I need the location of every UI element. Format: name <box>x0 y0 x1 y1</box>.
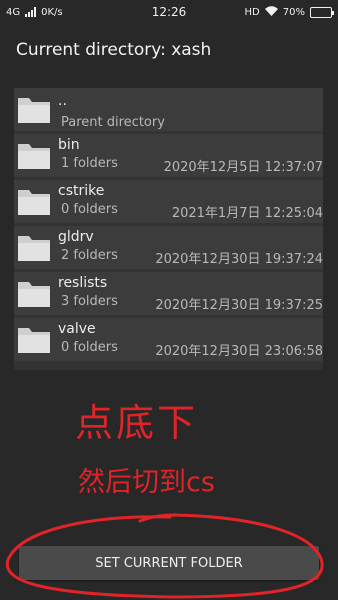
folder-name: bin <box>58 137 80 153</box>
folder-icon <box>17 186 51 216</box>
set-current-folder-button[interactable]: SET CURRENT FOLDER <box>19 546 319 580</box>
folder-date: 2020年12月30日 19:37:25 <box>155 298 323 313</box>
folder-name: cstrike <box>58 183 105 199</box>
parent-directory-label: Parent directory <box>61 115 165 130</box>
annotation-line-1: 点底下 <box>75 401 199 445</box>
folder-row-cstrike[interactable]: cstrike 0 folders 2021年1月7日 12:25:04 <box>14 180 323 223</box>
folder-name: reslists <box>58 275 108 291</box>
page-title: Current directory: xash <box>16 40 212 60</box>
status-bar: 4G 0K/s 12:26 HD 70% <box>0 0 338 24</box>
folder-icon <box>17 232 51 262</box>
battery-icon <box>310 6 334 18</box>
folder-date: 2021年1月7日 12:25:04 <box>171 206 323 221</box>
folder-name: valve <box>58 321 96 337</box>
annotation-line-2: 然后切到cs <box>78 467 215 498</box>
folder-count: 0 folders <box>61 202 118 217</box>
folder-icon <box>17 278 51 308</box>
folder-count: 2 folders <box>61 248 118 263</box>
folder-count: 3 folders <box>61 294 118 309</box>
folder-date: 2020年12月30日 23:06:58 <box>155 344 323 359</box>
folder-date: 2020年12月5日 12:37:07 <box>163 160 323 175</box>
folder-count: 1 folders <box>61 156 118 171</box>
folder-icon <box>17 324 51 354</box>
folder-row-bin[interactable]: bin 1 folders 2020年12月5日 12:37:07 <box>14 134 323 177</box>
parent-directory-name: .. <box>58 93 67 109</box>
folder-icon <box>17 94 51 124</box>
parent-directory-row[interactable]: .. Parent directory <box>14 88 323 131</box>
folder-list[interactable]: .. Parent directory bin 1 folders 2020年12月… <box>14 88 323 370</box>
folder-row-valve[interactable]: valve 0 folders 2020年12月30日 23:06:58 <box>14 318 323 361</box>
folder-name: gldrv <box>58 229 94 245</box>
folder-row-reslists[interactable]: reslists 3 folders 2020年12月30日 19:37:25 <box>14 272 323 315</box>
folder-date: 2020年12月30日 19:37:24 <box>155 252 323 267</box>
folder-icon <box>17 140 51 170</box>
folder-row-gldrv[interactable]: gldrv 2 folders 2020年12月30日 19:37:24 <box>14 226 323 269</box>
folder-count: 0 folders <box>61 340 118 355</box>
clock: 12:26 <box>151 5 187 19</box>
